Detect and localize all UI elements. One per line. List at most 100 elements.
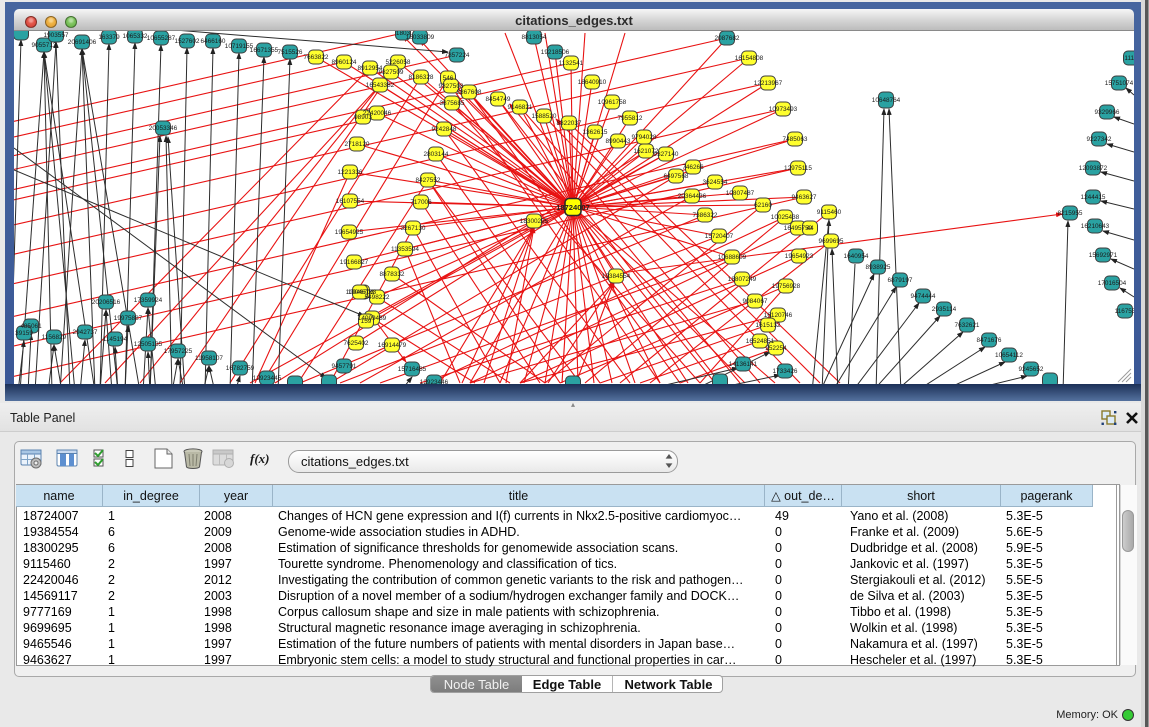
svg-text:10688609: 10688609 [718, 254, 747, 261]
svg-text:8215955: 8215955 [1058, 210, 1083, 217]
svg-text:1588520: 1588520 [532, 113, 557, 120]
svg-text:17957225: 17957225 [164, 348, 193, 355]
svg-text:16120746: 16120746 [764, 312, 793, 319]
svg-text:717006: 717006 [410, 199, 432, 206]
svg-text:8454749: 8454749 [486, 96, 511, 103]
svg-text:12093872: 12093872 [1079, 165, 1108, 172]
svg-text:15751074: 15751074 [1105, 80, 1134, 87]
svg-text:19166827: 19166827 [340, 259, 369, 266]
svg-text:746266: 746266 [682, 164, 704, 171]
svg-text:10807487: 10807487 [726, 190, 755, 197]
svg-text:9227342: 9227342 [1087, 136, 1112, 143]
svg-text:1065332: 1065332 [123, 33, 148, 40]
svg-text:116753: 116753 [1115, 308, 1134, 315]
svg-text:16671355: 16671355 [250, 47, 279, 54]
svg-text:6497568: 6497568 [664, 173, 689, 180]
svg-text:19654923: 19654923 [785, 253, 814, 260]
svg-text:19975887: 19975887 [114, 315, 143, 322]
svg-text:18300295: 18300295 [520, 218, 549, 225]
svg-text:16033809: 16033809 [406, 34, 435, 41]
svg-text:18640910: 18640910 [578, 79, 607, 86]
svg-text:9329966: 9329966 [1095, 109, 1120, 116]
svg-text:10025438: 10025438 [771, 214, 800, 221]
svg-text:1733426: 1733426 [773, 368, 798, 375]
svg-text:9327509: 9327509 [379, 69, 404, 76]
svg-text:5226058: 5226058 [386, 59, 411, 66]
svg-text:12505135: 12505135 [134, 341, 163, 348]
svg-text:19654925: 19654925 [335, 229, 364, 236]
svg-text:2867608: 2867608 [457, 89, 482, 96]
svg-text:1112: 1112 [1124, 55, 1134, 62]
svg-text:8471676: 8471676 [977, 337, 1002, 344]
svg-text:18724007: 18724007 [556, 203, 590, 212]
svg-text:9146821: 9146821 [508, 104, 533, 111]
svg-text:15720407: 15720407 [705, 233, 734, 240]
svg-text:1615132: 1615132 [756, 322, 781, 329]
svg-text:8322037: 8322037 [557, 120, 582, 127]
svg-text:7515526: 7515526 [278, 49, 303, 56]
svg-text:16154808: 16154808 [735, 55, 764, 62]
svg-text:12923446: 12923446 [420, 379, 449, 384]
svg-text:6466160: 6466160 [201, 38, 226, 45]
svg-text:9245652: 9245652 [1019, 366, 1044, 373]
svg-text:159: 159 [361, 318, 372, 325]
svg-text:9327140: 9327140 [654, 151, 679, 158]
svg-text:252254: 252254 [765, 345, 787, 352]
svg-text:9474444: 9474444 [911, 293, 936, 300]
svg-text:11958107: 11958107 [195, 355, 223, 362]
svg-text:11353594: 11353594 [391, 246, 419, 253]
svg-text:2942737: 2942737 [73, 329, 98, 336]
svg-text:9084067: 9084067 [743, 298, 768, 305]
svg-text:10655287: 10655287 [147, 35, 176, 42]
svg-text:12975115: 12975115 [784, 165, 812, 172]
svg-text:1156829: 1156829 [42, 334, 67, 341]
svg-text:18807249: 18807249 [728, 276, 757, 283]
svg-text:9242848: 9242848 [432, 126, 457, 133]
svg-text:20364436: 20364436 [678, 193, 707, 200]
svg-text:7625402: 7625402 [344, 340, 369, 347]
svg-text:7386322: 7386322 [693, 212, 718, 219]
svg-text:9115460: 9115460 [817, 209, 842, 216]
svg-text:98903: 98903 [354, 114, 372, 121]
svg-text:7632621: 7632621 [955, 322, 980, 329]
svg-text:17359924: 17359924 [134, 297, 163, 304]
svg-text:1132541: 1132541 [559, 60, 584, 67]
svg-text:16210643: 16210643 [1081, 223, 1110, 230]
svg-text:17016504: 17016504 [1098, 280, 1127, 287]
svg-text:546: 546 [443, 75, 454, 82]
svg-text:15692971: 15692971 [1089, 252, 1118, 259]
svg-text:19218506: 19218506 [541, 49, 570, 56]
svg-text:9699695: 9699695 [819, 238, 844, 245]
svg-text:6879197: 6879197 [888, 277, 913, 284]
svg-text:19756928: 19756928 [772, 283, 801, 290]
svg-text:163379: 163379 [98, 34, 120, 41]
svg-text:3624554: 3624554 [703, 179, 728, 186]
svg-text:16524851: 16524851 [746, 338, 775, 345]
svg-text:f(x): f(x) [250, 451, 270, 466]
svg-text:8186328: 8186328 [409, 74, 434, 81]
svg-text:20691406: 20691406 [68, 39, 97, 46]
svg-text:20053346: 20053346 [149, 125, 178, 132]
svg-text:8878332: 8878332 [380, 271, 405, 278]
svg-text:10973493: 10973493 [769, 106, 798, 113]
svg-text:1362615: 1362615 [583, 129, 608, 136]
svg-text:14136141: 14136141 [729, 361, 758, 368]
svg-text:1244415: 1244415 [1081, 194, 1106, 201]
svg-text:1145194: 1145194 [103, 336, 128, 343]
svg-text:9055713: 9055713 [32, 42, 57, 49]
svg-text:16782759: 16782759 [226, 365, 255, 372]
svg-text:1640954: 1640954 [844, 253, 869, 260]
svg-text:9463627: 9463627 [792, 194, 817, 201]
svg-text:12213967: 12213967 [754, 80, 783, 87]
svg-text:1221336: 1221336 [338, 169, 363, 176]
svg-text:16914479: 16914479 [378, 342, 407, 349]
svg-text:62160: 62160 [754, 202, 772, 209]
svg-text:20206516: 20206516 [92, 299, 121, 306]
svg-text:2718120: 2718120 [345, 141, 370, 148]
svg-text:7857224: 7857224 [445, 52, 470, 59]
svg-text:16543382: 16543382 [366, 82, 395, 89]
svg-text:8960124: 8960124 [332, 59, 357, 66]
svg-text:19384554: 19384554 [602, 273, 631, 280]
svg-text:10046703: 10046703 [346, 289, 375, 296]
svg-text:2803144: 2803144 [424, 151, 449, 158]
